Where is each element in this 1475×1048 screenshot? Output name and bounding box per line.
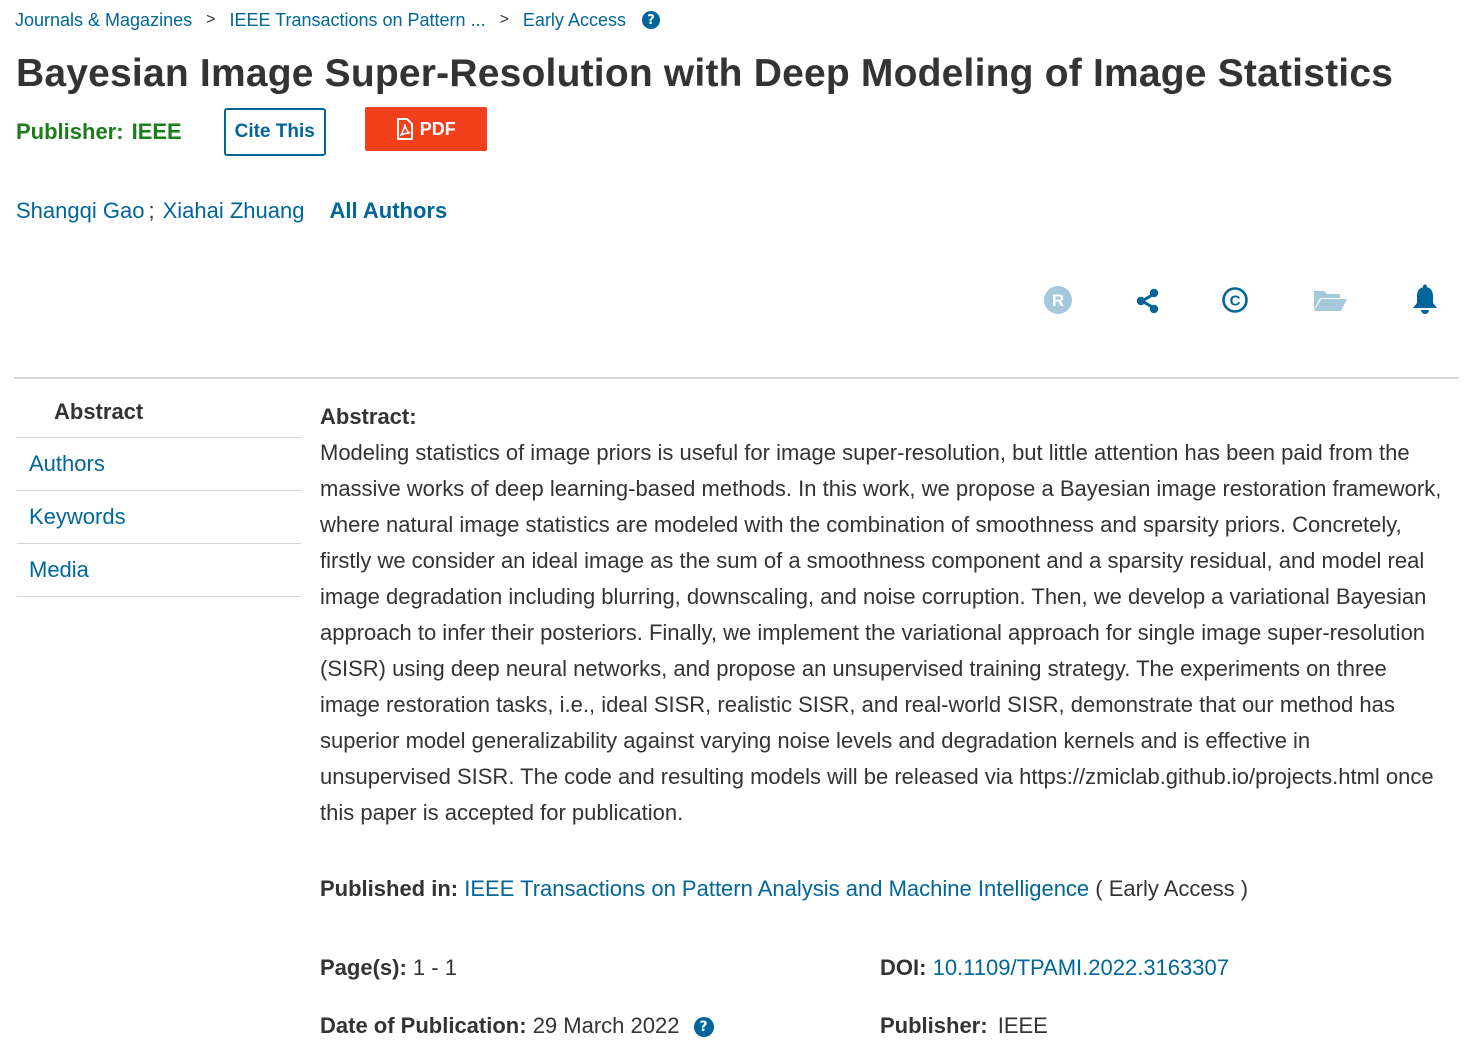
help-icon[interactable]: ?	[641, 11, 660, 29]
date-of-publication: Date of Publication: 29 March 2022 ?	[320, 1013, 714, 1039]
meta-publisher-label: Publisher:	[880, 1013, 988, 1038]
cite-this-button[interactable]: Cite This	[223, 108, 326, 156]
nav-item-abstract[interactable]: Abstract	[17, 386, 301, 438]
cite-this-label: Cite This	[234, 121, 315, 142]
rights-r-glyph: R	[1052, 291, 1064, 310]
published-in: Published in: IEEE Transactions on Patte…	[320, 876, 1248, 902]
publisher-row: Publisher: IEEE Cite This PDF	[16, 107, 487, 156]
author-separator: ;	[148, 198, 155, 223]
abstract-text: Modeling statistics of image priors is u…	[320, 440, 1442, 825]
meta-publisher: Publisher: IEEE	[880, 1013, 1048, 1039]
pdf-button[interactable]: PDF	[364, 107, 487, 151]
abstract-heading: Abstract:	[320, 404, 417, 429]
help-icon[interactable]: ?	[693, 1017, 714, 1037]
section-nav: Abstract Authors Keywords Media	[17, 386, 301, 597]
section-divider	[14, 377, 1459, 379]
journal-link[interactable]: IEEE Transactions on Pattern Analysis an…	[464, 876, 1089, 901]
nav-item-authors[interactable]: Authors	[17, 438, 301, 491]
pdf-file-icon	[396, 118, 414, 140]
breadcrumb-separator: >	[206, 11, 216, 28]
early-access-note: ( Early Access )	[1095, 876, 1249, 901]
nav-item-keywords[interactable]: Keywords	[17, 491, 301, 544]
svg-text:C: C	[1230, 293, 1241, 310]
breadcrumb-separator: >	[499, 11, 509, 28]
pages-value: 1 - 1	[412, 955, 457, 980]
meta-publisher-value: IEEE	[997, 1013, 1048, 1038]
share-icon[interactable]	[1130, 282, 1166, 318]
breadcrumb-early-access[interactable]: Early Access	[523, 10, 626, 31]
author-link[interactable]: Shangqi Gao	[16, 198, 144, 224]
date-label: Date of Publication:	[320, 1013, 527, 1038]
doi-link[interactable]: 10.1109/TPAMI.2022.3163307	[933, 955, 1229, 980]
rights-r-icon[interactable]: R	[1040, 282, 1076, 318]
breadcrumb-journal[interactable]: IEEE Transactions on Pattern ...	[229, 10, 485, 31]
doi-label: DOI:	[880, 955, 927, 980]
published-in-label: Published in:	[320, 876, 459, 901]
article-tools: R C	[1040, 282, 1450, 318]
breadcrumb-journals-magazines[interactable]: Journals & Magazines	[15, 10, 192, 31]
authors-line: Shangqi Gao ; Xiahai Zhuang All Authors	[16, 198, 447, 224]
pdf-label: PDF	[419, 118, 456, 139]
pages-label: Page(s):	[320, 955, 407, 980]
publisher-value: IEEE	[131, 119, 182, 144]
breadcrumb: Journals & Magazines > IEEE Transactions…	[15, 8, 660, 32]
copyright-icon[interactable]: C	[1217, 282, 1253, 318]
folder-icon[interactable]	[1310, 282, 1350, 318]
nav-item-media[interactable]: Media	[17, 544, 301, 597]
pages: Page(s): 1 - 1	[320, 955, 457, 981]
all-authors-link[interactable]: All Authors	[329, 198, 447, 224]
publisher: Publisher: IEEE	[16, 119, 182, 145]
bell-icon[interactable]	[1407, 282, 1443, 318]
page-title: Bayesian Image Super-Resolution with Dee…	[16, 52, 1394, 95]
publisher-label: Publisher:	[16, 119, 124, 144]
date-value: 29 March 2022	[532, 1013, 680, 1038]
author-link[interactable]: Xiahai Zhuang	[163, 198, 305, 224]
doi: DOI: 10.1109/TPAMI.2022.3163307	[880, 955, 1229, 981]
